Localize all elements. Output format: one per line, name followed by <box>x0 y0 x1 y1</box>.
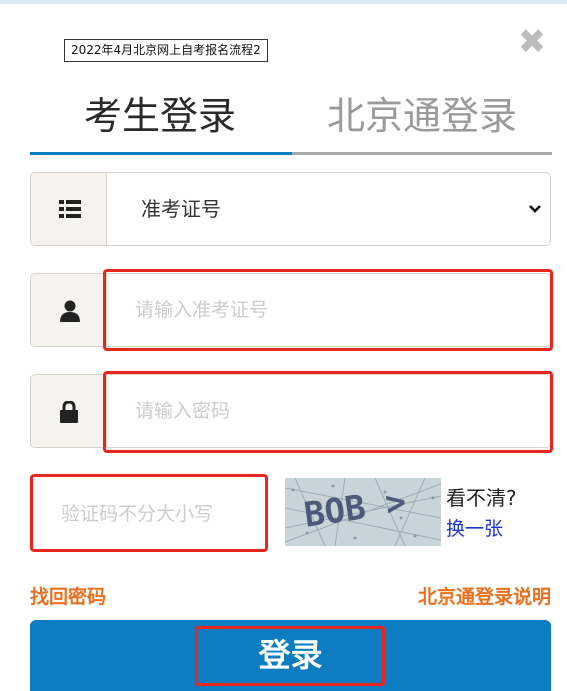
highlight-box <box>103 371 553 453</box>
captcha-image[interactable]: BOB > <box>285 478 441 546</box>
highlight-box <box>103 269 553 351</box>
close-icon[interactable]: ✖ <box>514 24 550 60</box>
forgot-password-link[interactable]: 找回密码 <box>30 582 106 609</box>
list-icon <box>59 200 81 218</box>
login-tabs: 考生登录 北京通登录 <box>30 88 552 156</box>
password-addon <box>31 375 107 447</box>
chevron-down-icon <box>529 205 541 213</box>
active-tab-indicator <box>30 152 292 155</box>
captcha-input[interactable]: 验证码不分大小写 <box>30 474 268 552</box>
captcha-refresh-link[interactable]: 换一张 <box>446 514 503 541</box>
image-caption: 2022年4月北京网上自考报名流程2 <box>64 39 268 62</box>
tab-candidate-login[interactable]: 考生登录 <box>30 88 290 152</box>
user-icon <box>60 300 80 322</box>
tab-bjt-login[interactable]: 北京通登录 <box>292 88 552 152</box>
lock-icon <box>60 401 78 423</box>
id-type-value: 准考证号 <box>141 197 221 221</box>
id-type-addon <box>31 173 107 245</box>
top-strip <box>0 0 567 4</box>
captcha-unclear-label: 看不清? <box>446 486 517 510</box>
captcha-placeholder: 验证码不分大小写 <box>61 503 214 525</box>
username-addon <box>31 274 107 346</box>
login-button-label: 登录 <box>258 636 323 674</box>
id-type-select[interactable]: 准考证号 <box>30 172 551 246</box>
bjt-login-help-link[interactable]: 北京通登录说明 <box>418 582 551 609</box>
